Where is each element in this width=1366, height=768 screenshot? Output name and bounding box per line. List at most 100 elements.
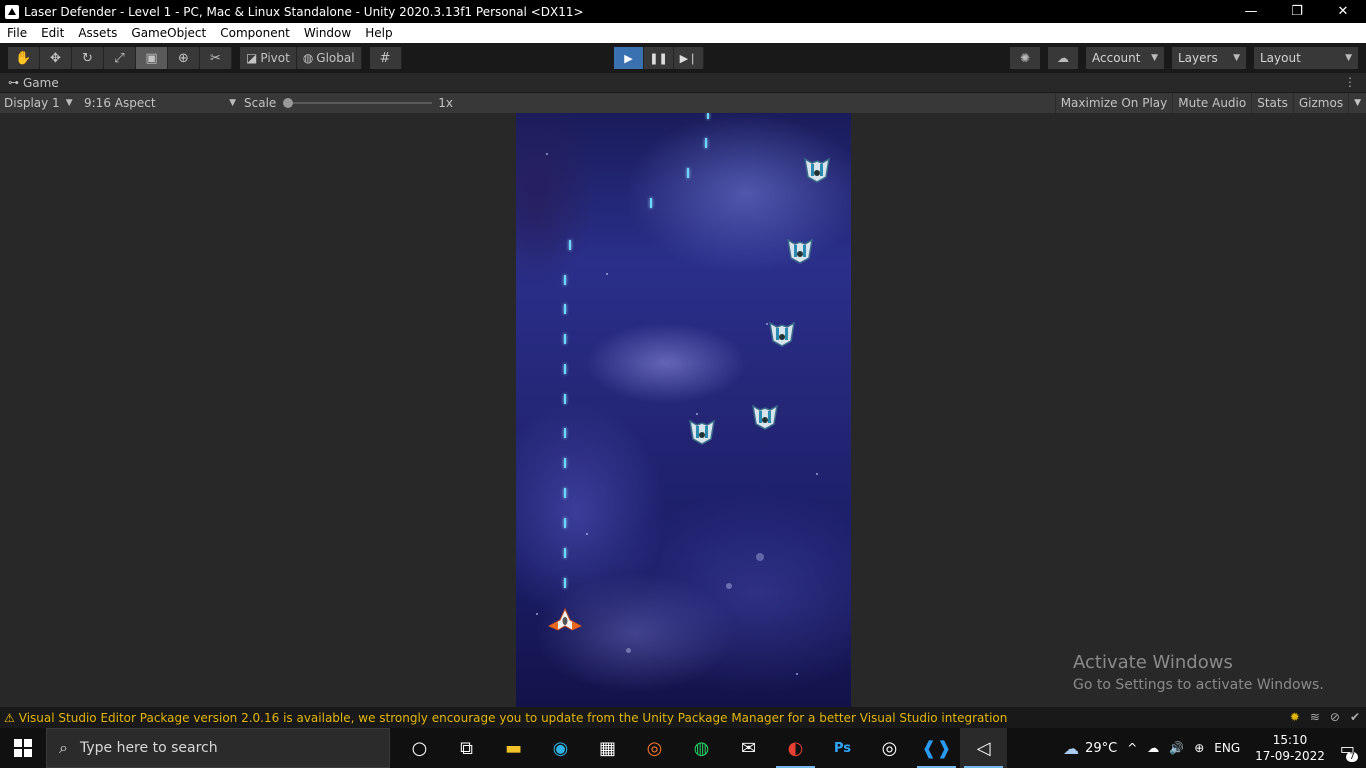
cache-icon[interactable]: ⊘ [1330, 710, 1340, 724]
laser-projectile [707, 113, 709, 119]
account-dropdown[interactable]: Account ▼ [1086, 47, 1164, 69]
network-icon[interactable]: ⊕ [1189, 741, 1209, 755]
star [606, 273, 608, 275]
status-message[interactable]: Visual Studio Editor Package version 2.0… [19, 711, 1008, 725]
tray-overflow-icon[interactable]: ^ [1122, 741, 1142, 755]
tab-game[interactable]: ⊶ Game [0, 76, 59, 90]
pivot-icon: ◪ [246, 51, 258, 65]
language-indicator[interactable]: ENG [1209, 741, 1245, 755]
laser-projectile [650, 198, 652, 208]
gizmos-dropdown-icon[interactable]: ▼ [1348, 93, 1366, 113]
step-button[interactable]: ▶❘ [674, 47, 704, 69]
clock[interactable]: 15:10 17-09-2022 [1245, 732, 1335, 764]
mute-audio-toggle[interactable]: Mute Audio [1172, 93, 1251, 113]
laser-projectile [564, 364, 566, 374]
grid-snap-group: # [369, 47, 402, 69]
star [816, 473, 818, 475]
bug-icon[interactable]: ✹ [1290, 710, 1300, 724]
taskbar-search-box[interactable]: ⌕ Type here to search [46, 728, 390, 768]
hand-tool-icon[interactable]: ✋ [8, 47, 40, 69]
caret-down-icon: ▼ [65, 98, 73, 108]
weather-widget[interactable]: ☁ 29°C [1058, 739, 1122, 758]
grid-snap-icon[interactable]: # [369, 47, 402, 69]
cortana-icon[interactable]: ○ [396, 728, 443, 768]
volume-icon[interactable]: 🔊 [1164, 741, 1189, 755]
vscode-icon[interactable]: ❰❱ [913, 728, 960, 768]
enemy-ship-icon [787, 238, 813, 264]
minimize-button[interactable]: — [1228, 0, 1274, 23]
mail-icon[interactable]: ✉ [725, 728, 772, 768]
star [756, 553, 764, 561]
aspect-label: 9:16 Aspect [84, 96, 156, 110]
store-icon[interactable]: ▦ [584, 728, 631, 768]
progress-icon[interactable]: ≋ [1310, 710, 1320, 724]
transform-tools: ✋ ✥ ↻ ⤢ ▣ ⊕ ✂ [8, 47, 232, 69]
cloud-icon[interactable]: ☁ [1048, 47, 1078, 69]
photoshop-icon[interactable]: Ps [819, 728, 866, 768]
star [696, 413, 698, 415]
display-dropdown[interactable]: Display 1 ▼ [0, 93, 80, 113]
task-view-icon[interactable]: ⧉ [443, 728, 490, 768]
stats-toggle[interactable]: Stats [1251, 93, 1293, 113]
edge-icon[interactable]: ◉ [537, 728, 584, 768]
rect-tool-icon[interactable]: ▣ [136, 47, 168, 69]
notification-center[interactable]: ▭ 7 [1335, 739, 1360, 762]
layout-dropdown[interactable]: Layout ▼ [1254, 47, 1358, 69]
weather-temp: 29°C [1085, 740, 1118, 756]
laser-projectile [564, 518, 566, 528]
blender-icon[interactable]: ◎ [631, 728, 678, 768]
whatsapp-icon[interactable]: ◍ [678, 728, 725, 768]
layers-dropdown[interactable]: Layers ▼ [1172, 47, 1246, 69]
star [726, 583, 732, 589]
check-icon[interactable]: ✔ [1350, 710, 1360, 724]
enemy-ship-icon [689, 419, 715, 445]
play-controls: ▶ ❚❚ ▶❘ [614, 47, 704, 69]
rotate-tool-icon[interactable]: ↻ [72, 47, 104, 69]
collab-icon[interactable]: ✺ [1010, 47, 1040, 69]
move-tool-icon[interactable]: ✥ [40, 47, 72, 69]
scale-tool-icon[interactable]: ⤢ [104, 47, 136, 69]
menu-component[interactable]: Component [213, 26, 297, 40]
star [546, 153, 548, 155]
menu-gameobject[interactable]: GameObject [124, 26, 213, 40]
scale-slider-knob[interactable] [283, 98, 294, 108]
activate-title: Activate Windows [1073, 652, 1233, 673]
close-button[interactable]: ✕ [1320, 0, 1366, 23]
game-view-options: Maximize On Play Mute Audio Stats Gizmos… [1054, 93, 1366, 113]
clock-date: 17-09-2022 [1255, 749, 1325, 763]
maximize-on-play-toggle[interactable]: Maximize On Play [1054, 93, 1173, 113]
custom-tool-icon[interactable]: ✂ [200, 47, 232, 69]
restore-button[interactable]: ❐ [1274, 0, 1320, 23]
global-toggle[interactable]: ◍ Global [296, 47, 362, 69]
activate-windows-watermark: Activate Windows Go to Settings to activ… [1073, 652, 1324, 693]
laser-projectile [569, 240, 571, 250]
more-options-icon[interactable]: ⋮ [1344, 75, 1356, 89]
game-canvas[interactable] [516, 113, 851, 707]
menu-file[interactable]: File [0, 26, 34, 40]
aspect-dropdown[interactable]: 9:16 Aspect ▼ [80, 93, 240, 113]
file-explorer-icon[interactable]: ▬ [490, 728, 537, 768]
laser-projectile [564, 458, 566, 468]
gizmos-toggle[interactable]: Gizmos [1292, 93, 1348, 113]
start-button[interactable] [0, 728, 46, 768]
transform-tool-icon[interactable]: ⊕ [168, 47, 200, 69]
obs-icon[interactable]: ◎ [866, 728, 913, 768]
pivot-toggle[interactable]: ◪ Pivot [240, 47, 297, 69]
chrome-icon[interactable]: ◐ [772, 728, 819, 768]
onedrive-icon[interactable]: ☁ [1142, 741, 1164, 755]
menu-window[interactable]: Window [297, 26, 358, 40]
window-title: Laser Defender - Level 1 - PC, Mac & Lin… [24, 4, 584, 19]
unity-icon[interactable]: ◁ [960, 728, 1007, 768]
menu-edit[interactable]: Edit [34, 26, 71, 40]
layers-label: Layers [1178, 51, 1218, 65]
menu-help[interactable]: Help [358, 26, 399, 40]
scale-slider[interactable] [283, 98, 433, 108]
play-button[interactable]: ▶ [614, 47, 644, 69]
star [796, 673, 798, 675]
caret-down-icon: ▼ [1233, 53, 1240, 63]
main-toolbar: ✋ ✥ ↻ ⤢ ▣ ⊕ ✂ ◪ Pivot ◍ Global # ▶ ❚❚ ▶❘ ✺… [0, 43, 1366, 73]
pause-button[interactable]: ❚❚ [644, 47, 674, 69]
menu-assets[interactable]: Assets [71, 26, 124, 40]
windows-taskbar: ⌕ Type here to search ○ ⧉ ▬ ◉ ▦ ◎ ◍ ✉ ◐ … [0, 728, 1366, 768]
warning-icon: ⚠ [4, 710, 15, 725]
